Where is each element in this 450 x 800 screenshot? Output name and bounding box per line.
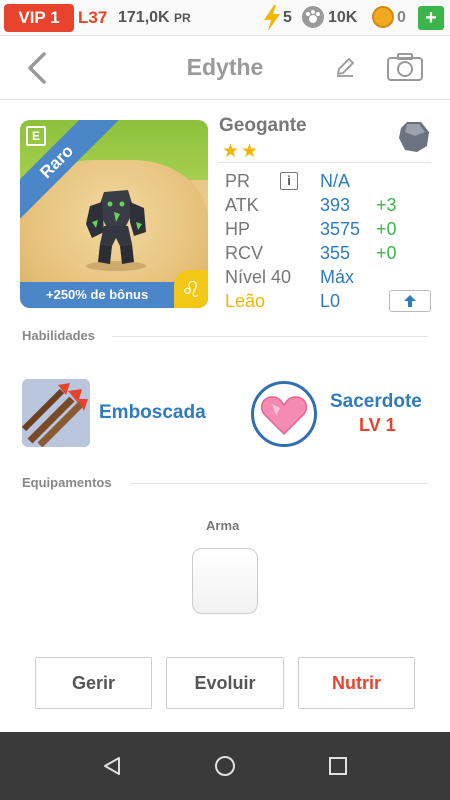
edit-pencil-icon[interactable] (334, 56, 356, 78)
stat-label-atk: ATK (225, 195, 259, 215)
stat-label-rcv: RCV (225, 243, 264, 263)
page-header: Edythe (0, 36, 450, 100)
weapon-slot-label: Arma (206, 518, 240, 533)
arrow-up-icon (404, 295, 416, 307)
stat-value-level: Máx (320, 267, 355, 287)
stat-bonus-rcv: +0 (376, 243, 397, 263)
add-coins-button[interactable]: + (418, 6, 444, 30)
monster-detail-screen: VIP 1 L37 171,0K PR 5 10K 0 + Edythe Rar… (0, 0, 450, 800)
stat-bonus-atk: +3 (376, 195, 397, 215)
status-bar: VIP 1 L37 171,0K PR 5 10K 0 + (0, 0, 450, 36)
section-divider (130, 483, 428, 484)
power-rating-value: 171,0K (118, 9, 170, 26)
section-title-equipment: Equipamentos (22, 475, 112, 490)
stat-value-rcv: 355 (320, 243, 351, 263)
leo-zodiac-icon: ♌ (174, 270, 208, 308)
skill-name-priest: Sacerdote (330, 391, 422, 412)
player-level: L37 (78, 8, 108, 27)
camera-icon[interactable] (386, 52, 424, 82)
rock-golem-figure (86, 190, 146, 271)
monster-card[interactable]: Raro E +250% de bônus ♌ (20, 120, 208, 308)
stat-value-zodiac: L0 (320, 291, 341, 311)
page-title: Edythe (186, 54, 264, 80)
monster-species: Geogante (219, 115, 307, 136)
paw-count: 10K (328, 9, 358, 26)
evolve-button[interactable]: Evoluir (166, 657, 284, 709)
section-divider (112, 336, 428, 337)
stat-label-hp: HP (225, 219, 251, 239)
paw-icon (302, 6, 324, 28)
nav-home-icon[interactable] (214, 755, 236, 777)
stat-label-level: Nível 40 (225, 267, 292, 287)
stat-bonus-hp: +0 (376, 219, 397, 239)
skill-name-ambush: Emboscada (99, 402, 206, 423)
info-icon[interactable]: i (280, 172, 298, 190)
info-divider (219, 162, 431, 163)
system-navigation-bar (0, 732, 450, 800)
star-rating: ★★ (222, 141, 261, 162)
priest-skill-icon[interactable] (251, 381, 317, 447)
stat-label-zodiac: Leão (225, 291, 266, 311)
nav-back-icon[interactable] (102, 756, 122, 776)
coin-icon (372, 6, 394, 28)
skill-level: LV 1 (359, 415, 396, 435)
stat-value-pr: N/A (320, 171, 351, 191)
coin-count: 0 (397, 9, 406, 26)
nav-recents-icon[interactable] (328, 756, 348, 776)
ambush-skill-icon[interactable] (22, 379, 90, 447)
section-title-abilities: Habilidades (22, 328, 95, 343)
stat-value-hp: 3575 (320, 219, 361, 239)
power-rating-unit: PR (174, 11, 191, 25)
back-chevron-icon[interactable] (22, 50, 52, 86)
manage-button[interactable]: Gerir (35, 657, 152, 709)
weapon-slot[interactable] (192, 548, 258, 614)
energy-count: 5 (283, 9, 292, 26)
stat-value-atk: 393 (320, 195, 351, 215)
rock-element-icon (399, 122, 429, 152)
feed-button[interactable]: Nutrir (298, 657, 415, 709)
element-badge-icon: E (26, 126, 46, 146)
zodiac-upgrade-button[interactable] (389, 290, 431, 312)
energy-icon (264, 5, 280, 31)
stat-label-pr: PR (225, 171, 251, 191)
vip-badge[interactable]: VIP 1 (4, 4, 74, 32)
power-rating: 171,0K PR (118, 6, 191, 30)
